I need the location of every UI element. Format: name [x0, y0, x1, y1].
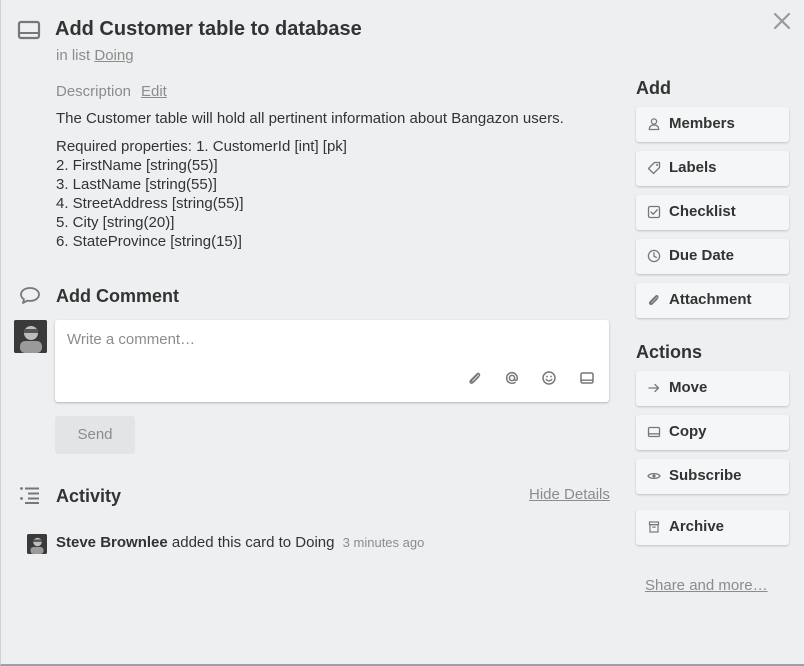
person-icon: [647, 117, 661, 131]
activity-title: Activity: [56, 486, 122, 506]
card-detail-window: Add Customer table to database in list D…: [0, 0, 804, 666]
comment-placeholder: Write a comment…: [67, 331, 196, 348]
checklist-button[interactable]: Checklist: [636, 195, 789, 230]
description-edit-link[interactable]: Edit: [141, 83, 167, 100]
actions-section-heading: Actions: [636, 342, 703, 362]
card-icon: [647, 425, 661, 439]
send-button[interactable]: Send: [55, 416, 135, 454]
due-date-button[interactable]: Due Date: [636, 239, 789, 274]
move-label: Move: [669, 379, 708, 396]
members-button[interactable]: Members: [636, 107, 789, 142]
close-icon[interactable]: [771, 10, 793, 32]
comment-input[interactable]: Write a comment…: [55, 320, 609, 402]
list-link[interactable]: Doing: [94, 47, 133, 64]
property-line: 5. City [string(20)]: [56, 214, 175, 231]
emoji-icon[interactable]: [541, 370, 557, 386]
add-comment-title: Add Comment: [56, 286, 179, 306]
share-and-more-link[interactable]: Share and more…: [645, 577, 768, 594]
activity-time[interactable]: 3 minutes ago: [343, 535, 425, 550]
tag-icon: [647, 161, 661, 175]
avatar: [14, 320, 47, 353]
card-icon[interactable]: [579, 370, 595, 386]
due-date-label: Due Date: [669, 247, 735, 264]
at-mention-icon[interactable]: [504, 370, 520, 386]
list-reference: in list Doing: [56, 47, 134, 64]
description-text: The Customer table will hold all pertine…: [56, 110, 564, 127]
checklist-label: Checklist: [669, 203, 736, 220]
paperclip-icon: [647, 293, 661, 307]
activity-list-icon: [19, 486, 41, 504]
card-title: Add Customer table to database: [55, 18, 362, 40]
archive-label: Archive: [669, 518, 725, 535]
description-label: Description: [56, 83, 132, 100]
move-button[interactable]: Move: [636, 371, 789, 406]
eye-icon: [647, 469, 661, 483]
hide-details-link[interactable]: Hide Details: [529, 486, 610, 503]
property-line: 4. StreetAddress [string(55)]: [56, 195, 244, 212]
property-line: 3. LastName [string(55)]: [56, 176, 217, 193]
card-icon: [17, 20, 41, 40]
subscribe-button[interactable]: Subscribe: [636, 459, 789, 494]
archive-button[interactable]: Archive: [636, 510, 789, 545]
in-list-prefix: in list: [56, 47, 91, 64]
labels-label: Labels: [669, 159, 717, 176]
add-section-heading: Add: [636, 78, 671, 98]
labels-button[interactable]: Labels: [636, 151, 789, 186]
arrow-right-icon: [647, 381, 661, 395]
activity-entry: Steve Brownlee added this card to Doing …: [56, 534, 424, 551]
checkbox-icon: [647, 205, 661, 219]
clock-icon: [647, 249, 661, 263]
description-properties: Required properties: 1. CustomerId [int]…: [56, 137, 347, 251]
property-line: 6. StateProvince [string(15)]: [56, 233, 242, 250]
attachment-button[interactable]: Attachment: [636, 283, 789, 318]
copy-label: Copy: [669, 423, 707, 440]
subscribe-label: Subscribe: [669, 467, 742, 484]
copy-button[interactable]: Copy: [636, 415, 789, 450]
activity-user[interactable]: Steve Brownlee: [56, 534, 168, 551]
paperclip-icon[interactable]: [467, 370, 483, 386]
archive-icon: [647, 520, 661, 534]
members-label: Members: [669, 115, 735, 132]
avatar[interactable]: [27, 534, 47, 554]
activity-action: added this card to Doing: [171, 534, 335, 551]
speech-bubble-icon: [19, 285, 41, 305]
property-line: Required properties: 1. CustomerId [int]…: [56, 138, 347, 155]
property-line: 2. FirstName [string(55)]: [56, 157, 218, 174]
attachment-label: Attachment: [669, 291, 752, 308]
